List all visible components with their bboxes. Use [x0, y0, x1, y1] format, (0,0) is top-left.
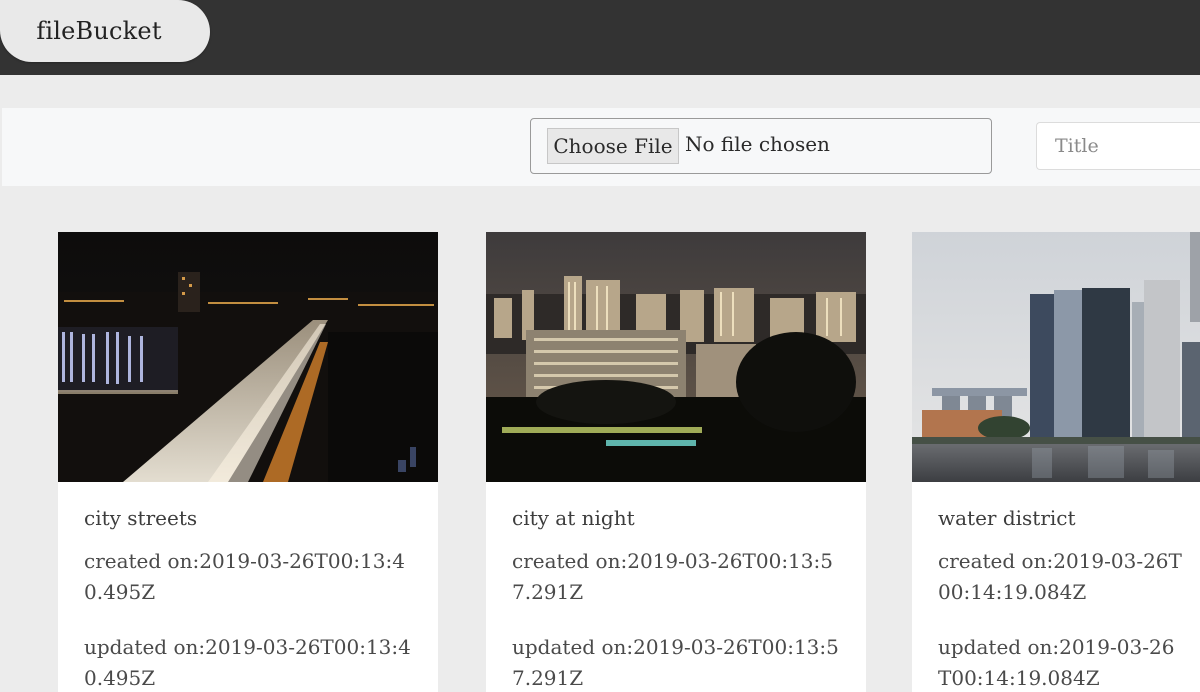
- file-status-text: No file chosen: [685, 132, 830, 156]
- updated-label: updated on:: [938, 635, 1060, 659]
- updated-label: updated on:: [512, 635, 634, 659]
- file-input[interactable]: Choose File No file chosen: [530, 118, 992, 174]
- card-updated: updated on:2019-03-26T00:13:57.291Z: [512, 632, 840, 692]
- top-navbar: fileBucket: [0, 0, 1200, 75]
- choose-file-button[interactable]: Choose File: [547, 128, 679, 164]
- file-card[interactable]: water district created on:2019-03-26T00:…: [912, 232, 1200, 692]
- upload-form: Choose File No file chosen: [2, 108, 1200, 186]
- card-image-city-streets: [58, 232, 438, 482]
- card-image-water-district: [912, 232, 1200, 482]
- created-label: created on:: [938, 549, 1054, 573]
- card-created: created on:2019-03-26T00:14:19.084Z: [938, 546, 1186, 608]
- card-title: city at night: [512, 506, 635, 530]
- card-updated: updated on:2019-03-26T00:14:19.084Z: [938, 632, 1186, 692]
- created-label: created on:: [512, 549, 628, 573]
- created-label: created on:: [84, 549, 200, 573]
- card-image-city-at-night: [486, 232, 866, 482]
- brand-name: fileBucket: [36, 17, 162, 45]
- card-updated: updated on:2019-03-26T00:13:40.495Z: [84, 632, 412, 692]
- title-input[interactable]: [1036, 122, 1200, 170]
- file-card[interactable]: city at night created on:2019-03-26T00:1…: [486, 232, 866, 692]
- updated-label: updated on:: [84, 635, 206, 659]
- card-created: created on:2019-03-26T00:13:57.291Z: [512, 546, 840, 608]
- card-title: water district: [938, 506, 1076, 530]
- card-title: city streets: [84, 506, 198, 530]
- file-card[interactable]: city streets created on:2019-03-26T00:13…: [58, 232, 438, 692]
- card-created: created on:2019-03-26T00:13:40.495Z: [84, 546, 412, 608]
- brand-logo[interactable]: fileBucket: [0, 0, 210, 62]
